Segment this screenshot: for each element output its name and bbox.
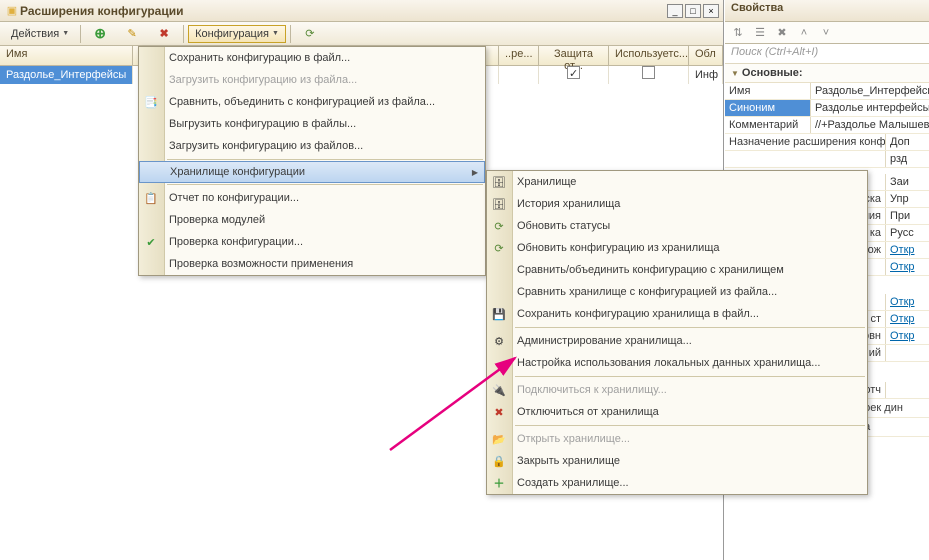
folder-open-icon: 📂 — [491, 433, 507, 446]
edit-button[interactable]: ✎ — [117, 23, 147, 45]
disconnect-icon: ✖ — [491, 406, 507, 419]
prop-comment: Комментарий //+Раздолье Малышев — [725, 117, 929, 134]
checkbox-icon — [567, 66, 580, 79]
menu-repo-open[interactable]: 📂Открыть хранилище... — [487, 428, 867, 450]
left-toolbar: Действия▼ ⊕ ✎ ✖ Конфигурация▼ ⟳ — [0, 22, 723, 46]
prev-button[interactable]: ˄ — [795, 24, 813, 42]
cell-name: Раздолье_Интерфейсы — [0, 66, 133, 84]
left-title-bar: ▣ Расширения конфигурации _ □ × — [0, 0, 723, 22]
gear-icon: ⚙ — [491, 335, 507, 348]
menu-compare-merge[interactable]: 📑Сравнить, объединить с конфигурацией из… — [139, 91, 485, 113]
refresh-icon: ⟳ — [491, 220, 507, 233]
checkbox-icon — [642, 66, 655, 79]
refresh-icon: ⟳ — [491, 242, 507, 255]
refresh-button[interactable]: ⟳ — [295, 23, 325, 45]
menu-report[interactable]: 📋Отчет по конфигурации... — [139, 187, 485, 209]
plus-icon: ⊕ — [92, 26, 108, 42]
check-icon: ✔ — [143, 236, 159, 249]
menu-check-modules[interactable]: Проверка модулей — [139, 209, 485, 231]
categories-button[interactable]: ☰ — [751, 24, 769, 42]
save-icon: 💾 — [491, 308, 507, 321]
maximize-button[interactable]: □ — [685, 4, 701, 18]
repository-submenu: 🗄Хранилище 🗄История хранилища ⟳Обновить … — [486, 170, 868, 495]
menu-repo-history[interactable]: 🗄История хранилища — [487, 193, 867, 215]
minimize-button[interactable]: _ — [667, 4, 683, 18]
menu-repo-close[interactable]: 🔒Закрыть хранилище — [487, 450, 867, 472]
menu-repo-create[interactable]: ＋Создать хранилище... — [487, 472, 867, 494]
config-dropdown[interactable]: Конфигурация▼ — [188, 25, 286, 43]
menu-repo-connect[interactable]: 🔌Подключиться к хранилищу... — [487, 379, 867, 401]
menu-repo-refresh-config[interactable]: ⟳Обновить конфигурацию из хранилища — [487, 237, 867, 259]
menu-save-config[interactable]: Сохранить конфигурацию в файл... — [139, 47, 485, 69]
lock-icon: 🔒 — [491, 455, 507, 468]
menu-repo-refresh-status[interactable]: ⟳Обновить статусы — [487, 215, 867, 237]
menu-check-config[interactable]: ✔Проверка конфигурации... — [139, 231, 485, 253]
prop-synonym: Синоним Раздолье интерфейсы — [725, 100, 929, 117]
refresh-icon: ⟳ — [302, 26, 318, 42]
menu-import-config[interactable]: Загрузить конфигурацию из файлов... — [139, 135, 485, 157]
properties-search[interactable]: Поиск (Ctrl+Alt+I) — [725, 44, 929, 64]
col-region[interactable]: Обл — [689, 46, 723, 65]
left-title: Расширения конфигурации — [20, 4, 665, 18]
menu-repo-local-settings[interactable]: Настройка использования локальных данных… — [487, 352, 867, 374]
cell-region: Инф — [689, 66, 723, 84]
menu-check-apply[interactable]: Проверка возможности применения — [139, 253, 485, 275]
properties-title: Свойства — [725, 0, 929, 22]
menu-export-config[interactable]: Выгрузить конфигурацию в файлы... — [139, 113, 485, 135]
pencil-icon: ✎ — [124, 26, 140, 42]
col-name[interactable]: Имя — [0, 46, 133, 65]
sort-button[interactable]: ⇅ — [729, 24, 747, 42]
cell-protect[interactable] — [539, 66, 609, 84]
prop-rzd: рзд — [725, 151, 929, 168]
group-main[interactable]: ▼Основные: — [725, 64, 929, 83]
prop-name: Имя Раздолье_Интерфейсь — [725, 83, 929, 100]
add-button[interactable]: ⊕ — [85, 23, 115, 45]
x-button[interactable]: ✖ — [773, 24, 791, 42]
menu-repo-compare[interactable]: Сравнить/объединить конфигурацию с храни… — [487, 259, 867, 281]
window-icon: ▣ — [4, 3, 20, 19]
menu-load-config[interactable]: Загрузить конфигурацию из файла... — [139, 69, 485, 91]
delete-button[interactable]: ✖ — [149, 23, 179, 45]
col-protect[interactable]: Защита от... — [539, 46, 609, 65]
compare-icon: 📑 — [143, 96, 159, 109]
next-button[interactable]: ˅ — [817, 24, 835, 42]
menu-repo-compare-file[interactable]: Сравнить хранилище с конфигурацией из фа… — [487, 281, 867, 303]
x-icon: ✖ — [156, 26, 172, 42]
menu-repo-admin[interactable]: ⚙Администрирование хранилища... — [487, 330, 867, 352]
prop-purpose: Назначение расширения конфиг Доп — [725, 134, 929, 151]
storage-icon: 🗄 — [491, 176, 507, 189]
actions-dropdown[interactable]: Действия▼ — [4, 25, 76, 43]
plug-icon: 🔌 — [491, 384, 507, 397]
cell-used[interactable] — [609, 66, 689, 84]
menu-repository[interactable]: Хранилище конфигурации▶ — [139, 161, 485, 183]
properties-toolbar: ⇅ ☰ ✖ ˄ ˅ — [725, 22, 929, 44]
plus-icon: ＋ — [491, 475, 507, 491]
config-menu: Сохранить конфигурацию в файл... Загрузи… — [138, 46, 486, 276]
col-ex[interactable]: ..ре... — [499, 46, 539, 65]
menu-repo-save-file[interactable]: 💾Сохранить конфигурацию хранилища в файл… — [487, 303, 867, 325]
menu-repo-disconnect[interactable]: ✖Отключиться от хранилища — [487, 401, 867, 423]
menu-repo-storage[interactable]: 🗄Хранилище — [487, 171, 867, 193]
col-used[interactable]: Используетс... — [609, 46, 689, 65]
report-icon: 📋 — [143, 192, 159, 205]
history-icon: 🗄 — [491, 198, 507, 211]
close-button[interactable]: × — [703, 4, 719, 18]
